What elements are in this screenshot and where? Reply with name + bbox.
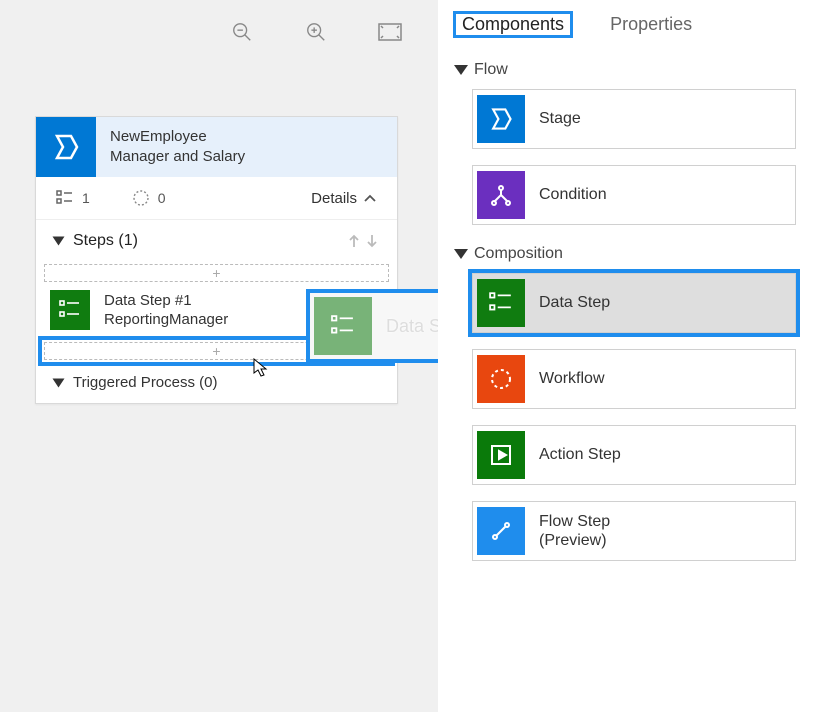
field-count-value: 1 [82,190,90,206]
drop-zone-before[interactable]: + [44,264,389,282]
data-step-icon [50,290,90,330]
collapse-icon [454,249,468,259]
steps-header: Steps (1) [36,220,397,260]
flow-components: Stage Condition [438,87,820,229]
workflow-icon [477,355,525,403]
component-flow-step[interactable]: Flow Step (Preview) [472,501,796,561]
cycle-count-value: 0 [158,190,166,206]
stage-title: NewEmployee Manager and Salary [96,119,259,176]
section-composition-label: Composition [474,245,563,263]
component-data-step-label: Data Step [539,293,610,312]
collapse-icon [454,65,468,75]
component-condition-label: Condition [539,185,607,204]
canvas-toolbar [230,20,402,44]
component-action-step[interactable]: Action Step [472,425,796,485]
stage-title-line1: NewEmployee [110,128,207,145]
drop-plus-icon: + [212,343,220,359]
component-action-step-label: Action Step [539,445,621,464]
component-stage-label: Stage [539,109,581,128]
stage-chevron-icon [36,117,96,177]
action-step-icon [477,431,525,479]
zoom-in-button[interactable] [304,20,328,44]
flow-step-line1: Flow Step [539,512,610,531]
section-flow-label: Flow [474,61,508,79]
stage-field-count: 1 [56,190,90,206]
steps-collapse-icon[interactable] [53,237,65,246]
stage-title-line2: Manager and Salary [110,147,245,167]
stage-header[interactable]: NewEmployee Manager and Salary [36,117,397,177]
condition-icon [477,171,525,219]
stage-cycle-count: 0 [132,189,166,207]
component-workflow-label: Workflow [539,369,605,388]
drop-plus-icon: + [212,265,220,281]
cycle-icon [132,189,150,207]
tab-properties[interactable]: Properties [610,14,692,35]
component-condition[interactable]: Condition [472,165,796,225]
tab-components[interactable]: Components [456,14,570,35]
design-canvas[interactable]: NewEmployee Manager and Salary 1 0 Detai… [0,0,438,712]
chevron-up-icon [363,193,377,203]
composition-components: Data Step Workflow Action Step Flow Step… [438,271,820,565]
step-text: Data Step #1 ReportingManager [104,291,228,330]
details-toggle[interactable]: Details [311,190,377,207]
panel-tabs: Components Properties [438,0,820,45]
step-title: Data Step #1 [104,291,228,311]
section-composition[interactable]: Composition [438,229,820,271]
data-step-icon [477,279,525,327]
component-flow-step-label: Flow Step (Preview) [539,512,610,550]
stage-chevron-icon [477,95,525,143]
mouse-cursor-icon [253,358,269,378]
component-workflow[interactable]: Workflow [472,349,796,409]
steps-label: Steps (1) [73,232,138,250]
step-subtitle: ReportingManager [104,310,228,330]
section-flow[interactable]: Flow [438,45,820,87]
triggered-process-row[interactable]: Triggered Process (0) [36,364,397,403]
component-stage[interactable]: Stage [472,89,796,149]
zoom-out-button[interactable] [230,20,254,44]
arrow-down-icon [365,233,379,249]
side-panel: Components Properties Flow Stage Conditi… [438,0,820,712]
flow-step-icon [477,507,525,555]
flow-step-line2: (Preview) [539,531,610,550]
triggered-label: Triggered Process (0) [73,374,218,391]
triggered-collapse-icon [53,378,65,387]
details-label: Details [311,190,357,207]
fit-screen-button[interactable] [378,20,402,44]
component-data-step[interactable]: Data Step [472,273,796,333]
list-icon [56,190,74,206]
stage-card[interactable]: NewEmployee Manager and Salary 1 0 Detai… [35,116,398,404]
data-step-icon [314,297,372,355]
stage-meta-row: 1 0 Details [36,177,397,220]
arrow-up-icon [347,233,361,249]
step-reorder-arrows[interactable] [347,233,379,249]
